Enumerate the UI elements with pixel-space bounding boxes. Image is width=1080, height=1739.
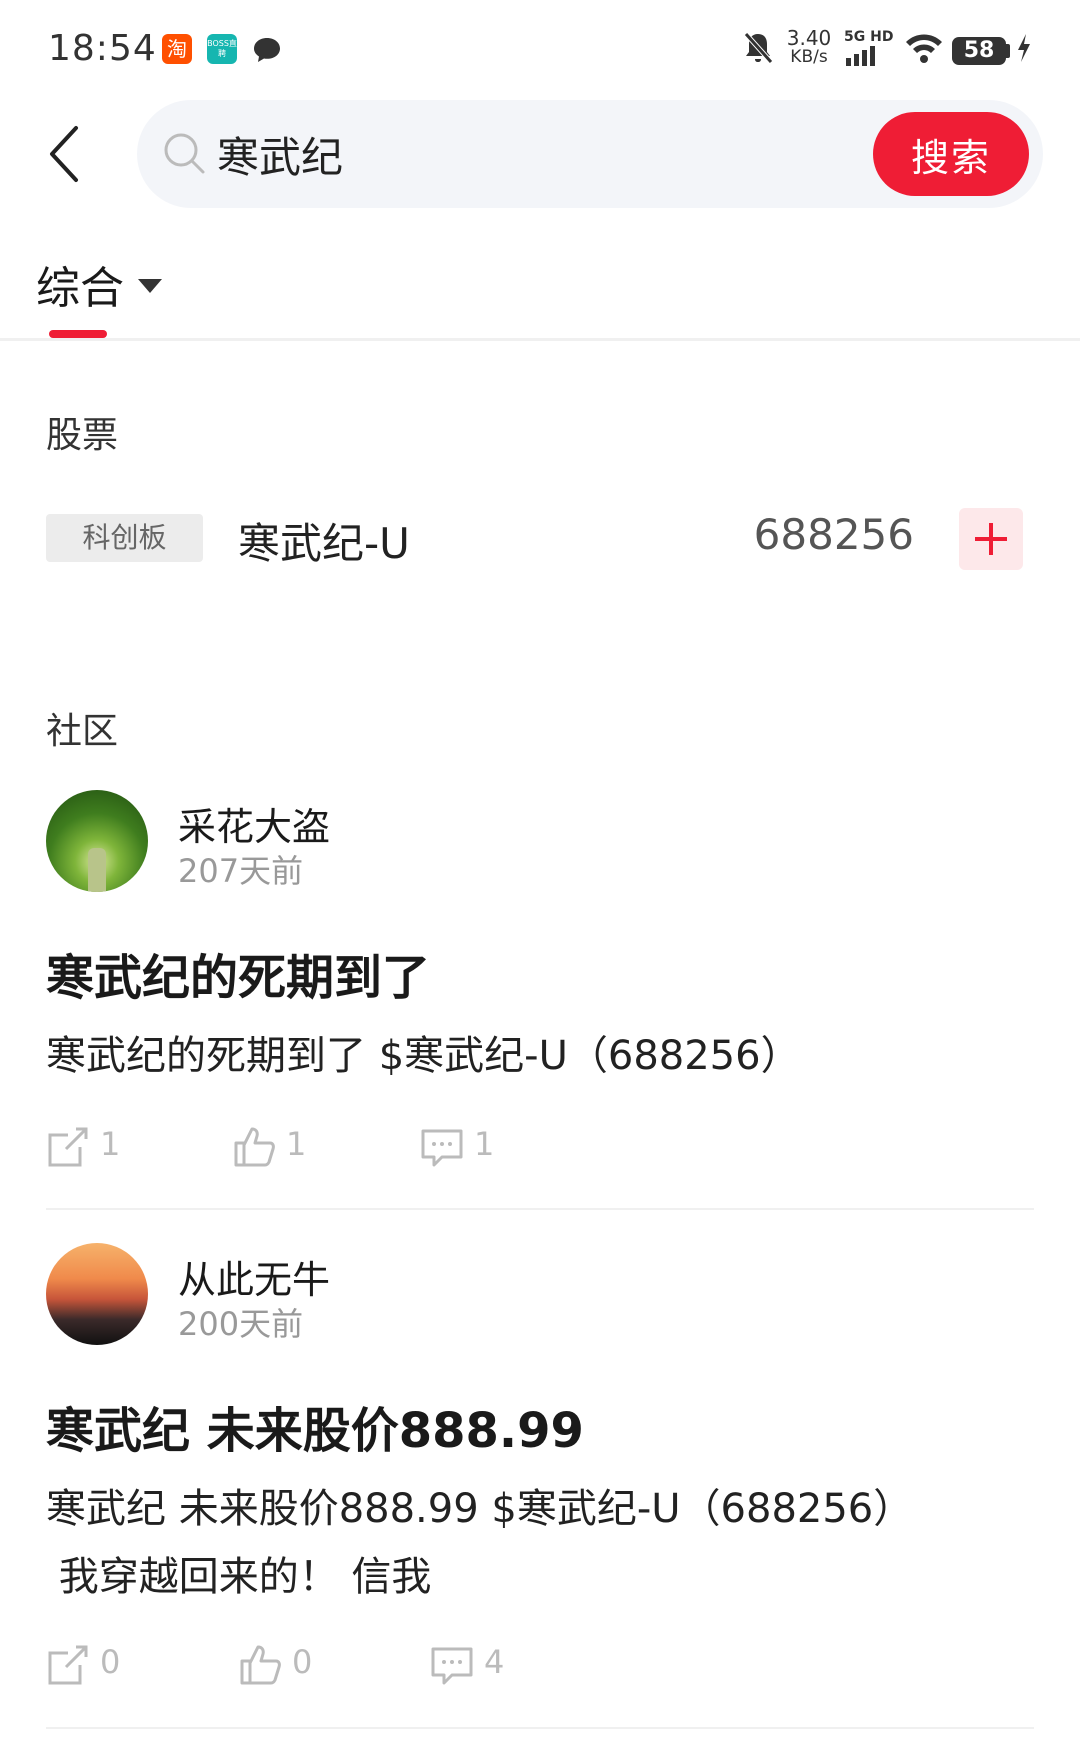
comment-button[interactable]: 4 [430,1643,504,1691]
comment-icon [421,1129,463,1167]
filter-tab-comprehensive[interactable]: 综合 [36,252,162,314]
comment-count: 1 [474,1125,495,1163]
network-speed-value: 3.40 [786,26,832,50]
network-speed-unit: KB/s [790,47,828,67]
battery-level: 58 [952,37,1006,65]
avatar[interactable] [46,790,148,892]
header-divider [0,338,1080,341]
status-bar: 18:54 淘 BOSS直聘 3.40 KB/s 5G HD 58 [0,0,1080,100]
post-title[interactable]: 寒武纪的死期到了 [46,938,430,1008]
post-body[interactable]: 寒武纪 未来股价888.99 $寒武纪-U（688256） 我穿越回来的！ 信我 [46,1475,1046,1611]
thumbs-up-icon [240,1645,281,1685]
share-count: 0 [100,1643,121,1681]
like-button[interactable]: 1 [232,1125,306,1173]
stock-code: 688256 [753,510,914,559]
community-section-title: 社区 [46,711,119,752]
stock-name: 寒武纪-U [238,519,410,568]
mute-bell-icon [743,30,773,70]
chevron-left-icon [50,126,78,182]
post-title[interactable]: 寒武纪 未来股价888.99 [46,1391,584,1461]
wifi-icon [904,30,944,70]
post-body-line: 寒武纪 未来股价888.99 $寒武纪-U（688256） [46,1486,914,1532]
search-bar[interactable]: 搜索 [137,100,1043,208]
post-time: 200天前 [178,1305,304,1343]
like-count: 1 [286,1125,307,1163]
search-input[interactable] [217,124,837,184]
plus-icon [975,523,1007,555]
active-tab-indicator [49,330,107,338]
battery-tip [1006,44,1010,58]
filter-tab-label: 综合 [36,263,124,314]
author-name[interactable]: 从此无牛 [178,1249,330,1304]
search-button[interactable]: 搜索 [873,112,1029,196]
post-body[interactable]: 寒武纪的死期到了 $寒武纪-U（688256） [46,1022,1046,1090]
post-divider [46,1727,1034,1729]
author-name[interactable]: 采花大盗 [178,796,330,851]
status-time: 18:54 [48,28,157,69]
post-time: 207天前 [178,852,304,890]
search-icon [161,130,209,182]
post-actions: 1 1 1 [0,1125,1080,1175]
like-count: 0 [292,1643,313,1681]
comment-count: 4 [484,1643,505,1681]
comment-button[interactable]: 1 [420,1125,494,1173]
comment-icon [431,1647,473,1685]
thumbs-up-icon [234,1127,275,1167]
search-results-page: 18:54 淘 BOSS直聘 3.40 KB/s 5G HD 58 寒武纪 搜索… [0,0,1080,1739]
taobao-app-icon: 淘 [162,34,192,64]
share-icon [48,1127,88,1167]
post-body-line: 寒武纪的死期到了 $寒武纪-U（688256） [46,1033,801,1079]
stocks-section-title: 股票 [46,415,119,456]
charging-bolt-icon [1016,30,1032,70]
post-divider [46,1208,1034,1210]
share-icon [48,1645,88,1685]
boss-app-icon: BOSS直聘 [207,34,237,64]
share-count: 1 [100,1125,121,1163]
message-notification-icon [252,36,282,66]
stock-result-row[interactable]: 科创板 寒武纪-U 688256 [0,500,1080,580]
triangle-down-icon [138,278,162,297]
market-badge: 科创板 [46,514,203,562]
avatar[interactable] [46,1243,148,1345]
network-speed: 3.40 KB/s [784,28,834,68]
share-button[interactable]: 1 [46,1125,120,1173]
back-button[interactable] [40,118,100,190]
post-body-line: 我穿越回来的！ 信我 [46,1554,432,1600]
add-to-watchlist-button[interactable] [959,508,1023,570]
post-actions: 0 0 4 [0,1643,1080,1693]
share-button[interactable]: 0 [46,1643,120,1691]
like-button[interactable]: 0 [238,1643,312,1691]
